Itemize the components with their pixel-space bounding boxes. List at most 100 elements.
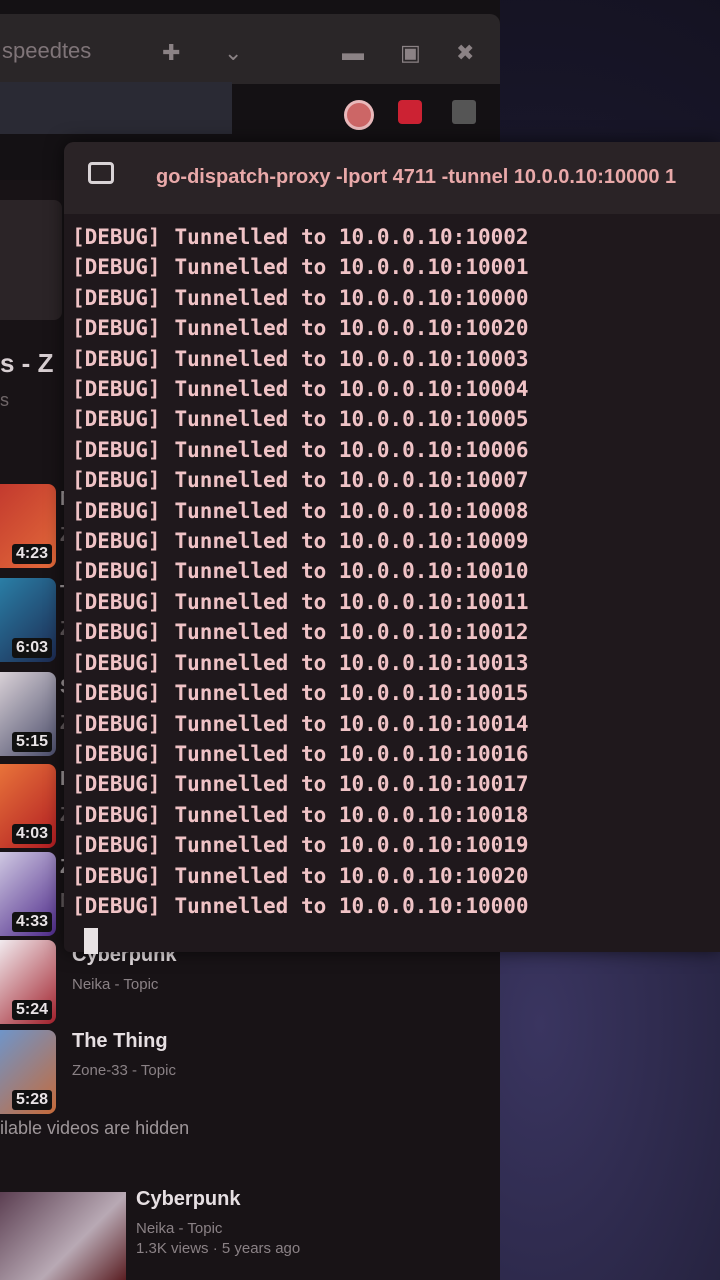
log-line: [DEBUG] Tunnelled to 10.0.0.10:10016 bbox=[72, 739, 529, 769]
video-thumbnail[interactable]: 4:23 bbox=[0, 484, 56, 568]
log-target: 10.0.0.10:10003 bbox=[338, 346, 529, 371]
log-message: Tunnelled to bbox=[174, 650, 327, 675]
log-target: 10.0.0.10:10011 bbox=[338, 589, 529, 614]
log-message: Tunnelled to bbox=[174, 681, 327, 706]
video-thumbnail[interactable]: 6:03 bbox=[0, 578, 56, 662]
log-line: [DEBUG] Tunnelled to 10.0.0.10:10012 bbox=[72, 617, 529, 647]
log-message: Tunnelled to bbox=[174, 529, 327, 554]
chevron-down-icon[interactable]: ⌄ bbox=[224, 40, 242, 66]
log-target: 10.0.0.10:10007 bbox=[338, 468, 529, 493]
log-target: 10.0.0.10:10012 bbox=[338, 620, 529, 645]
video-thumbnail[interactable]: 5:24 bbox=[0, 940, 56, 1024]
video-duration: 4:03 bbox=[11, 824, 52, 844]
extension-shield-icon[interactable] bbox=[344, 100, 374, 130]
log-line: [DEBUG] Tunnelled to 10.0.0.10:10009 bbox=[72, 526, 529, 556]
video-title[interactable]: The Thing bbox=[72, 1030, 168, 1053]
log-target: 10.0.0.10:10005 bbox=[338, 407, 529, 432]
playlist-title: s - Z bbox=[0, 348, 54, 378]
extension-grid-icon[interactable] bbox=[452, 100, 476, 124]
log-level: [DEBUG] bbox=[72, 863, 161, 888]
browser-tab-title[interactable]: speedtes bbox=[2, 38, 91, 64]
video-duration: 5:28 bbox=[11, 1090, 52, 1110]
log-line: [DEBUG] Tunnelled to 10.0.0.10:10020 bbox=[72, 861, 529, 891]
log-line: [DEBUG] Tunnelled to 10.0.0.10:10018 bbox=[72, 800, 529, 830]
extension-red-icon[interactable] bbox=[398, 100, 422, 124]
recommended-title[interactable]: Cyberpunk bbox=[136, 1188, 240, 1211]
log-target: 10.0.0.10:10018 bbox=[338, 802, 529, 827]
log-message: Tunnelled to bbox=[174, 377, 327, 402]
video-thumbnail[interactable]: 4:03 bbox=[0, 764, 56, 848]
log-line: [DEBUG] Tunnelled to 10.0.0.10:10000 bbox=[72, 283, 529, 313]
log-line: [DEBUG] Tunnelled to 10.0.0.10:10003 bbox=[72, 344, 529, 374]
log-line: [DEBUG] Tunnelled to 10.0.0.10:10013 bbox=[72, 648, 529, 678]
log-target: 10.0.0.10:10020 bbox=[338, 316, 529, 341]
log-message: Tunnelled to bbox=[174, 589, 327, 614]
recommended-thumbnail[interactable] bbox=[0, 1192, 126, 1280]
log-level: [DEBUG] bbox=[72, 650, 161, 675]
log-line: [DEBUG] Tunnelled to 10.0.0.10:10011 bbox=[72, 587, 529, 617]
log-level: [DEBUG] bbox=[72, 498, 161, 523]
log-target: 10.0.0.10:10004 bbox=[338, 377, 529, 402]
log-level: [DEBUG] bbox=[72, 285, 161, 310]
log-level: [DEBUG] bbox=[72, 316, 161, 341]
terminal-icon bbox=[88, 162, 114, 184]
log-level: [DEBUG] bbox=[72, 741, 161, 766]
browser-titlebar: speedtes ✚ ⌄ ▬ ▣ ✖ bbox=[0, 14, 500, 84]
log-level: [DEBUG] bbox=[72, 589, 161, 614]
video-channel: Neika - Topic bbox=[72, 976, 159, 993]
log-message: Tunnelled to bbox=[174, 833, 327, 858]
log-message: Tunnelled to bbox=[174, 741, 327, 766]
log-target: 10.0.0.10:10017 bbox=[338, 772, 529, 797]
log-message: Tunnelled to bbox=[174, 559, 327, 584]
log-target: 10.0.0.10:10002 bbox=[338, 225, 529, 249]
log-target: 10.0.0.10:10009 bbox=[338, 529, 529, 554]
log-target: 10.0.0.10:10020 bbox=[338, 863, 529, 888]
log-message: Tunnelled to bbox=[174, 802, 327, 827]
log-target: 10.0.0.10:10014 bbox=[338, 711, 529, 736]
log-line: [DEBUG] Tunnelled to 10.0.0.10:10006 bbox=[72, 435, 529, 465]
log-target: 10.0.0.10:10001 bbox=[338, 255, 529, 280]
video-thumbnail[interactable]: 5:15 bbox=[0, 672, 56, 756]
log-message: Tunnelled to bbox=[174, 863, 327, 888]
log-level: [DEBUG] bbox=[72, 620, 161, 645]
log-level: [DEBUG] bbox=[72, 559, 161, 584]
log-line: [DEBUG] Tunnelled to 10.0.0.10:10008 bbox=[72, 496, 529, 526]
log-level: [DEBUG] bbox=[72, 255, 161, 280]
minimize-icon[interactable]: ▬ bbox=[342, 40, 364, 66]
log-level: [DEBUG] bbox=[72, 893, 161, 918]
terminal-window[interactable]: go-dispatch-proxy -lport 4711 -tunnel 10… bbox=[64, 142, 720, 954]
log-line: [DEBUG] Tunnelled to 10.0.0.10:10017 bbox=[72, 769, 529, 799]
log-line: [DEBUG] Tunnelled to 10.0.0.10:10001 bbox=[72, 252, 529, 282]
log-level: [DEBUG] bbox=[72, 468, 161, 493]
log-level: [DEBUG] bbox=[72, 802, 161, 827]
plus-icon[interactable]: ✚ bbox=[162, 40, 180, 66]
log-target: 10.0.0.10:10015 bbox=[338, 681, 529, 706]
log-message: Tunnelled to bbox=[174, 711, 327, 736]
log-level: [DEBUG] bbox=[72, 346, 161, 371]
log-target: 10.0.0.10:10016 bbox=[338, 741, 529, 766]
video-thumbnail[interactable]: 5:28 bbox=[0, 1030, 56, 1114]
log-line: [DEBUG] Tunnelled to 10.0.0.10:10015 bbox=[72, 678, 529, 708]
log-message: Tunnelled to bbox=[174, 498, 327, 523]
log-line: [DEBUG] Tunnelled to 10.0.0.10:10002 bbox=[72, 222, 529, 252]
log-target: 10.0.0.10:10010 bbox=[338, 559, 529, 584]
log-level: [DEBUG] bbox=[72, 437, 161, 462]
close-icon[interactable]: ✖ bbox=[456, 40, 474, 66]
address-bar[interactable] bbox=[0, 82, 232, 134]
maximize-icon[interactable]: ▣ bbox=[400, 40, 421, 66]
hidden-videos-note: ilable videos are hidden bbox=[0, 1118, 190, 1138]
log-message: Tunnelled to bbox=[174, 225, 327, 249]
log-level: [DEBUG] bbox=[72, 833, 161, 858]
terminal-header: go-dispatch-proxy -lport 4711 -tunnel 10… bbox=[64, 142, 720, 214]
recommended-channel: Neika - Topic bbox=[136, 1220, 223, 1237]
playlist-cover bbox=[0, 200, 62, 320]
video-duration: 5:24 bbox=[11, 1000, 52, 1020]
log-message: Tunnelled to bbox=[174, 893, 327, 918]
log-level: [DEBUG] bbox=[72, 377, 161, 402]
video-duration: 6:03 bbox=[11, 638, 52, 658]
log-message: Tunnelled to bbox=[174, 620, 327, 645]
video-channel: Zone-33 - Topic bbox=[72, 1062, 176, 1079]
video-thumbnail[interactable]: 4:33 bbox=[0, 852, 56, 936]
recommended-meta: 1.3K views · 5 years ago bbox=[136, 1240, 301, 1257]
log-message: Tunnelled to bbox=[174, 772, 327, 797]
